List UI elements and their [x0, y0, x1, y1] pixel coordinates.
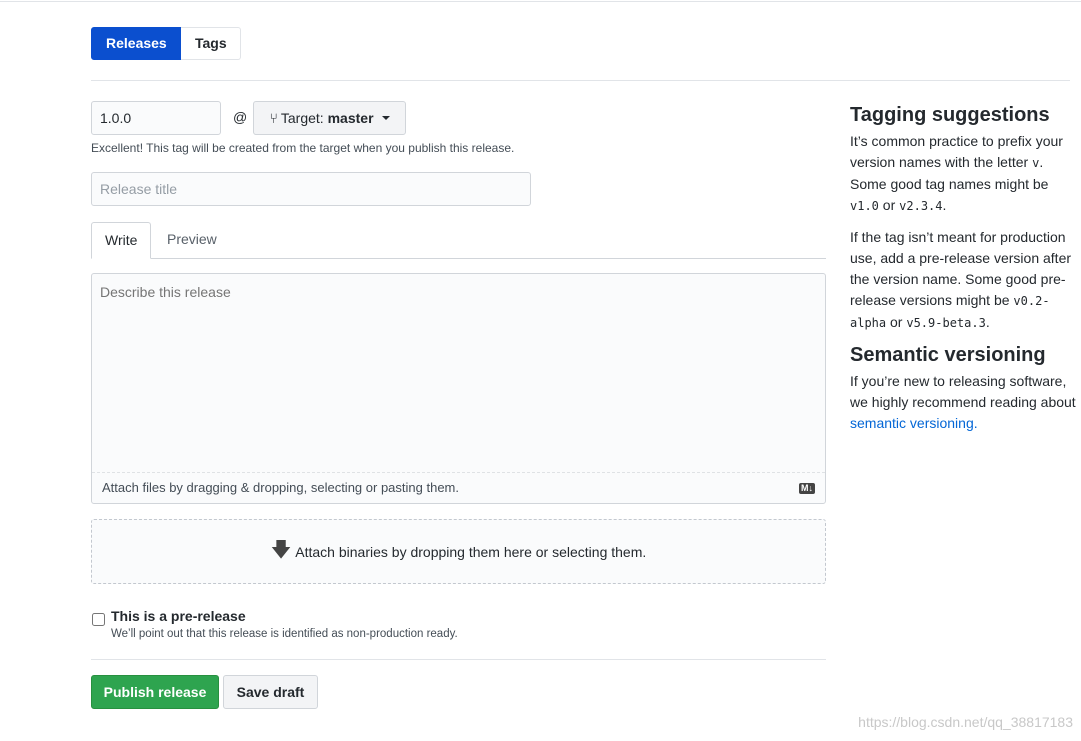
prerelease-note: We’ll point out that this release is ide…: [111, 628, 458, 640]
release-body-editor: Attach files by dragging & dropping, sel…: [91, 273, 826, 504]
semver-text: If you’re new to releasing software, we …: [850, 373, 1076, 431]
arrow-down-icon: 🡇: [270, 538, 292, 561]
sidebar: Tagging suggestions It’s common practice…: [850, 104, 1076, 444]
tab-tags[interactable]: Tags: [181, 27, 241, 60]
attach-files-bar[interactable]: Attach files by dragging & dropping, sel…: [92, 472, 825, 503]
prerelease-checkbox[interactable]: [92, 613, 105, 626]
tagging-text: It’s common practice to prefix your vers…: [850, 133, 1063, 213]
tag-input[interactable]: [91, 101, 221, 135]
top-divider: [0, 1, 1081, 2]
tagging-suggestions-heading: Tagging suggestions: [850, 104, 1050, 126]
target-branch-button[interactable]: ⑂ Target: master: [253, 101, 406, 135]
prerelease-text: If the tag isn’t meant for production us…: [850, 229, 1072, 330]
divider: [91, 80, 1070, 81]
description-textarea[interactable]: [92, 274, 825, 472]
divider: [91, 659, 826, 660]
tab-preview[interactable]: Preview: [151, 222, 233, 257]
tab-write[interactable]: Write: [91, 222, 152, 259]
semantic-versioning-link[interactable]: semantic versioning.: [850, 415, 978, 431]
releases-tags-switch: Releases Tags: [91, 27, 241, 60]
caret-down-icon: [381, 116, 390, 124]
watermark: https://blog.csdn.net/qq_38817183: [858, 714, 1073, 730]
save-draft-button[interactable]: Save draft: [223, 675, 318, 709]
branch-icon: ⑂: [269, 110, 278, 126]
attach-binaries-dropzone[interactable]: 🡇 Attach binaries by dropping them here …: [91, 519, 826, 584]
tag-note: Excellent! This tag will be created from…: [91, 141, 515, 155]
prerelease-label[interactable]: This is a pre-release: [111, 608, 246, 624]
publish-release-button[interactable]: Publish release: [91, 675, 219, 709]
markdown-icon[interactable]: M↓: [799, 483, 815, 494]
semantic-versioning-heading: Semantic versioning: [850, 344, 1046, 366]
tab-releases[interactable]: Releases: [91, 27, 181, 60]
release-title-input[interactable]: [91, 172, 531, 206]
at-sign: @: [233, 109, 248, 125]
tabs-divider: [91, 258, 826, 259]
